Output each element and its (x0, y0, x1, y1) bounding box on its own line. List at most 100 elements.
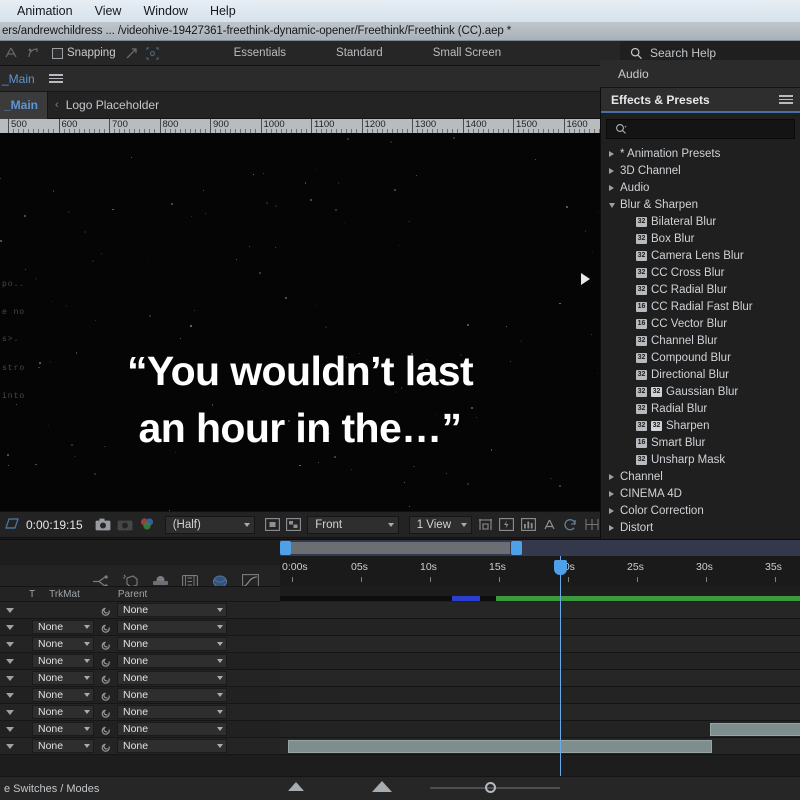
effects-category-color-correction[interactable]: Color Correction (601, 502, 800, 519)
track-row[interactable] (280, 721, 800, 738)
panel-menu-icon[interactable] (48, 74, 63, 83)
layer-row[interactable]: None (0, 602, 280, 619)
effect-item[interactable]: 16 CC Vector Blur (601, 315, 800, 332)
layer-expand-chevron-icon[interactable] (6, 641, 14, 647)
tab-main-comp[interactable]: _Main (0, 91, 49, 119)
effect-item[interactable]: 32 Camera Lens Blur (601, 247, 800, 264)
effects-category-blur-sharpen[interactable]: Blur & Sharpen (601, 196, 800, 213)
menu-item-view[interactable]: View (84, 0, 133, 22)
track-row[interactable] (280, 704, 800, 721)
chevron-right-icon[interactable] (609, 490, 614, 497)
effect-item[interactable]: 32 Radial Blur (601, 400, 800, 417)
effects-tree-list[interactable]: * Animation Presets 3D Channel Audio Blur &… (601, 143, 800, 536)
transparency-grid-icon[interactable] (286, 515, 302, 534)
view-orientation-select[interactable]: Front (307, 515, 399, 534)
menu-item-animation[interactable]: Animation (6, 0, 84, 22)
current-timecode[interactable]: 0:00:19:15 (26, 518, 83, 532)
audio-panel-tab[interactable]: Audio (600, 60, 800, 88)
timeline-track-area[interactable] (280, 602, 800, 755)
effects-category-audio[interactable]: Audio (601, 179, 800, 196)
layer-expand-chevron-icon[interactable] (6, 726, 14, 732)
project-tab-label[interactable]: _Main (0, 72, 35, 86)
layer-row[interactable]: None None (0, 738, 280, 755)
chevron-right-icon[interactable] (609, 167, 614, 174)
chevron-right-icon[interactable] (609, 184, 614, 191)
snapshot-icon[interactable] (95, 515, 111, 534)
timeline-zoom-knob[interactable] (485, 782, 496, 793)
effects-category-distort[interactable]: Distort (601, 519, 800, 536)
effect-item[interactable]: 32 Compound Blur (601, 349, 800, 366)
effects-category-channel[interactable]: Channel (601, 468, 800, 485)
zoom-in-mountain-icon[interactable] (372, 781, 392, 792)
effects-category-cinema-4d[interactable]: CINEMA 4D (601, 485, 800, 502)
layer-row[interactable]: None None (0, 670, 280, 687)
current-time-indicator-head[interactable] (554, 560, 567, 575)
view-layout-select[interactable]: 1 View (408, 515, 472, 534)
timeline-chart-icon[interactable] (520, 515, 536, 534)
grid-guides-icon[interactable] (585, 515, 600, 534)
effects-category-3d-channel[interactable]: 3D Channel (601, 162, 800, 179)
parent-select[interactable]: None (117, 637, 227, 651)
layer-expand-chevron-icon[interactable] (6, 743, 14, 749)
timeline-layer-list[interactable]: None None None None None None None None None None… (0, 602, 280, 755)
current-time-indicator-line[interactable] (560, 556, 561, 800)
layer-expand-chevron-icon[interactable] (6, 675, 14, 681)
parent-select[interactable]: None (117, 739, 227, 753)
channels-icon[interactable] (139, 515, 155, 534)
parent-select[interactable]: None (117, 688, 227, 702)
toggle-switches-modes-button[interactable]: e Switches / Modes (0, 783, 99, 795)
effect-item[interactable]: 16 CC Radial Fast Blur (601, 298, 800, 315)
unified-camera-tool-icon[interactable] (0, 43, 22, 63)
composition-ruler[interactable]: 500 600 700 800 900 1000 1100 1200 1300 1400 1500 1… (0, 119, 600, 133)
layer-row[interactable]: None None (0, 636, 280, 653)
trkmat-select[interactable]: None (32, 688, 94, 702)
chevron-right-icon[interactable] (609, 524, 614, 531)
workspace-standard[interactable]: Standard (328, 47, 391, 59)
effects-search-input[interactable] (606, 119, 795, 139)
parent-select[interactable]: None (117, 620, 227, 634)
fast-previews-icon[interactable] (499, 515, 515, 534)
show-snapshot-icon[interactable] (117, 515, 133, 534)
layer-duration-bar[interactable] (288, 740, 712, 753)
effect-item[interactable]: 32 CC Cross Blur (601, 264, 800, 281)
snap-arrow-icon[interactable] (120, 43, 142, 63)
layer-row[interactable]: None None (0, 653, 280, 670)
track-row[interactable] (280, 619, 800, 636)
parent-pick-whip-icon[interactable] (100, 724, 111, 735)
parent-pick-whip-icon[interactable] (100, 741, 111, 752)
layer-expand-chevron-icon[interactable] (6, 624, 14, 630)
parent-select[interactable]: None (117, 654, 227, 668)
composition-viewer[interactable]: po.. e no s>. stro into “You wouldn’t la… (0, 133, 600, 511)
layer-row[interactable]: None None (0, 619, 280, 636)
trkmat-select[interactable]: None (32, 671, 94, 685)
workspace-small-screen[interactable]: Small Screen (425, 47, 509, 59)
region-of-interest-icon[interactable] (264, 515, 280, 534)
play-triangle-icon[interactable] (581, 273, 590, 285)
always-preview-icon[interactable] (4, 515, 20, 534)
effect-item[interactable]: 32 CC Radial Blur (601, 281, 800, 298)
parent-pick-whip-icon[interactable] (100, 656, 111, 667)
track-row[interactable] (280, 602, 800, 619)
snap-target-icon[interactable] (142, 43, 164, 63)
effect-item[interactable]: 32 Channel Blur (601, 332, 800, 349)
chevron-right-icon[interactable] (609, 150, 614, 157)
work-area-fill[interactable] (282, 542, 510, 554)
track-row[interactable] (280, 670, 800, 687)
parent-pick-whip-icon[interactable] (100, 690, 111, 701)
parent-pick-whip-icon[interactable] (100, 605, 111, 616)
snapping-toggle[interactable]: Snapping (52, 47, 116, 59)
layer-expand-chevron-icon[interactable] (6, 658, 14, 664)
parent-pick-whip-icon[interactable] (100, 673, 111, 684)
effect-item[interactable]: 32 32 Sharpen (601, 417, 800, 434)
effect-item[interactable]: 16 Smart Blur (601, 434, 800, 451)
zoom-out-mountain-icon[interactable] (288, 782, 304, 791)
parent-pick-whip-icon[interactable] (100, 707, 111, 718)
work-area-end-handle[interactable] (511, 541, 522, 555)
parent-pick-whip-icon[interactable] (100, 622, 111, 633)
puppet-tool-icon[interactable] (22, 43, 44, 63)
effect-item[interactable]: 32 Unsharp Mask (601, 451, 800, 468)
layer-expand-chevron-icon[interactable] (6, 709, 14, 715)
layer-expand-chevron-icon[interactable] (6, 692, 14, 698)
resolution-select[interactable]: (Half) (164, 515, 255, 534)
track-row[interactable] (280, 636, 800, 653)
